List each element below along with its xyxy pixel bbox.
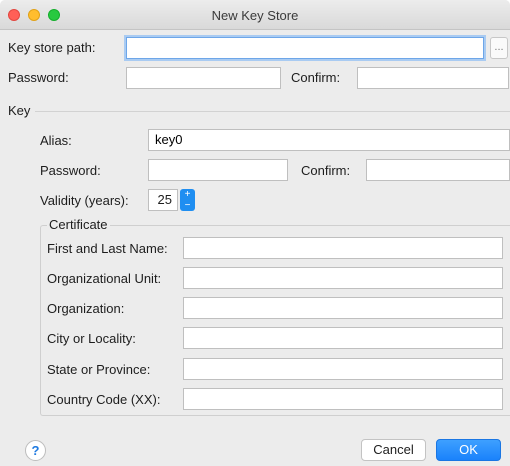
city-locality-label: City or Locality: — [47, 331, 136, 346]
cancel-button[interactable]: Cancel — [361, 439, 426, 461]
key-section-divider — [35, 111, 510, 112]
ok-button[interactable]: OK — [436, 439, 501, 461]
country-code-label: Country Code (XX): — [47, 392, 161, 407]
decrement-icon[interactable]: − — [180, 200, 195, 211]
new-key-store-dialog: New Key Store Key store path: ... Passwo… — [0, 0, 510, 466]
first-last-name-label: First and Last Name: — [47, 241, 168, 256]
keystore-password-input[interactable] — [126, 67, 281, 89]
browse-button[interactable]: ... — [490, 37, 508, 59]
keystore-password-label: Password: — [8, 70, 69, 85]
certificate-group-label: Certificate — [47, 217, 110, 232]
state-province-label: State or Province: — [47, 362, 151, 377]
key-section-label: Key — [8, 103, 31, 118]
state-province-input[interactable] — [183, 358, 503, 380]
organizational-unit-input[interactable] — [183, 267, 503, 289]
key-confirm-input[interactable] — [366, 159, 510, 181]
validity-input[interactable]: 25 — [148, 189, 178, 211]
keystore-confirm-label: Confirm: — [291, 70, 341, 85]
organization-input[interactable] — [183, 297, 503, 319]
key-store-path-input[interactable] — [126, 37, 484, 59]
title-bar: New Key Store — [0, 0, 510, 30]
alias-label: Alias: — [40, 133, 72, 148]
validity-stepper[interactable]: + − — [180, 189, 195, 211]
help-button[interactable]: ? — [25, 440, 46, 461]
alias-input[interactable]: key0 — [148, 129, 510, 151]
country-code-input[interactable] — [183, 388, 503, 410]
key-password-input[interactable] — [148, 159, 288, 181]
validity-label: Validity (years): — [40, 193, 129, 208]
key-store-path-label: Key store path: — [8, 40, 96, 55]
organizational-unit-label: Organizational Unit: — [47, 271, 162, 286]
key-password-label: Password: — [40, 163, 101, 178]
key-confirm-label: Confirm: — [301, 163, 351, 178]
increment-icon[interactable]: + — [180, 189, 195, 200]
organization-label: Organization: — [47, 301, 125, 316]
first-last-name-input[interactable] — [183, 237, 503, 259]
window-title: New Key Store — [211, 8, 299, 23]
city-locality-input[interactable] — [183, 327, 503, 349]
keystore-confirm-input[interactable] — [357, 67, 509, 89]
